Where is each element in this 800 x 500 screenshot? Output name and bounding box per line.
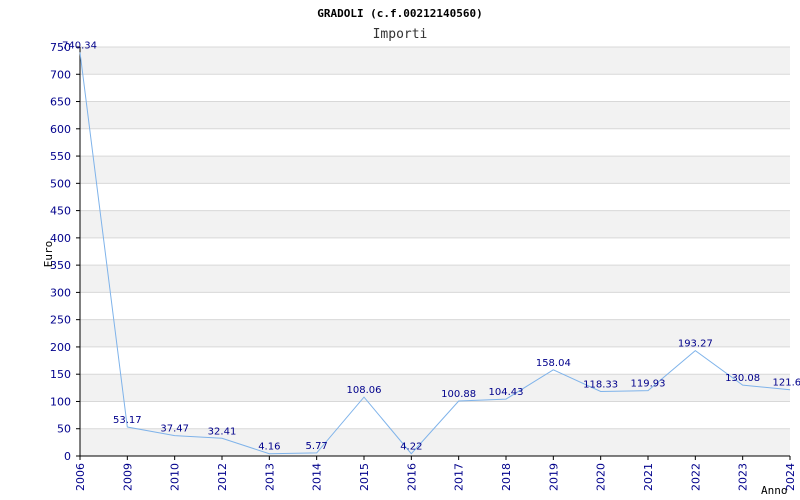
y-tick-label: 600 (50, 123, 71, 136)
data-label: 32.41 (208, 426, 237, 437)
data-label: 100.88 (441, 389, 476, 400)
data-label: 108.06 (347, 385, 382, 396)
x-tick-label: 2012 (216, 463, 229, 491)
data-label: 740.34 (62, 40, 97, 51)
chart-subtitle: Importi (373, 27, 428, 42)
chart-title: GRADOLI (c.f.00212140560) (317, 7, 483, 20)
x-tick-label: 2013 (263, 463, 276, 491)
x-tick-label: 2009 (121, 463, 134, 491)
data-label: 193.27 (678, 339, 713, 350)
data-label: 121.64 (773, 378, 800, 389)
y-tick-label: 300 (50, 286, 71, 299)
data-label: 4.22 (400, 442, 422, 453)
x-tick-label: 2019 (547, 463, 560, 491)
y-tick-label: 0 (64, 450, 71, 463)
data-label: 119.93 (631, 379, 666, 390)
line-chart: 0501001502002503003504004505005506006507… (42, 7, 800, 497)
data-label: 104.43 (489, 387, 524, 398)
y-tick-label: 250 (50, 314, 71, 327)
x-tick-label: 2020 (595, 463, 608, 491)
grid-band (80, 47, 790, 75)
data-label: 37.47 (160, 424, 189, 435)
x-tick-label: 2014 (311, 463, 324, 491)
y-tick-label: 550 (50, 150, 71, 163)
x-tick-label: 2018 (500, 463, 513, 491)
y-tick-label: 50 (57, 423, 71, 436)
grid-band (80, 210, 790, 238)
data-label: 53.17 (113, 415, 142, 426)
grid-band (80, 374, 790, 402)
grid-band (80, 265, 790, 293)
y-tick-label: 700 (50, 68, 71, 81)
grid-band (80, 156, 790, 184)
x-tick-label: 2015 (358, 463, 371, 491)
data-label: 118.33 (583, 379, 618, 390)
y-tick-label: 200 (50, 341, 71, 354)
x-tick-label: 2021 (642, 463, 655, 491)
data-label: 4.16 (258, 442, 280, 453)
y-tick-label: 450 (50, 205, 71, 218)
y-axis-label: Euro (42, 241, 55, 268)
y-tick-label: 150 (50, 368, 71, 381)
data-label: 130.08 (725, 373, 760, 384)
y-tick-label: 500 (50, 177, 71, 190)
grid-bands (80, 47, 790, 456)
x-tick-label: 2022 (689, 463, 702, 491)
data-label: 5.77 (306, 441, 328, 452)
x-tick-label: 2006 (74, 463, 87, 491)
x-tick-label: 2023 (737, 463, 750, 491)
y-tick-label: 100 (50, 395, 71, 408)
x-tick-label: 2017 (453, 463, 466, 491)
y-tick-label: 650 (50, 96, 71, 109)
data-label: 158.04 (536, 358, 571, 369)
x-tick-label: 2010 (169, 463, 182, 491)
x-tick-label: 2016 (405, 463, 418, 491)
x-axis-ticks: 2006 2009 2010 2012 2013 2014 2015 2016 2017 2018… (74, 456, 797, 491)
x-axis-label: Anno (761, 484, 788, 497)
grid-band (80, 101, 790, 129)
